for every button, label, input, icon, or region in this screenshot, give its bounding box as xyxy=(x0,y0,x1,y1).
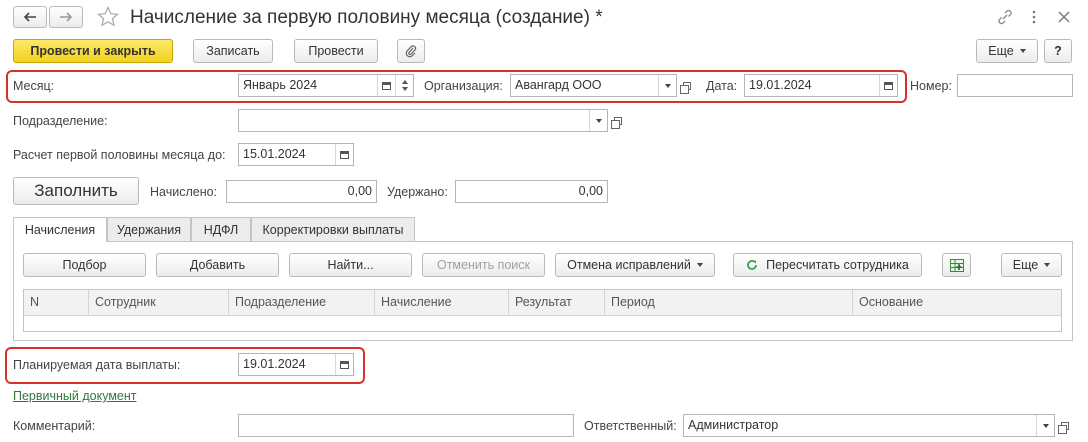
calendar-icon xyxy=(340,360,349,369)
withheld-value: 0,00 xyxy=(578,184,603,198)
dropdown-arrow-icon xyxy=(595,118,602,123)
attach-button[interactable] xyxy=(397,39,425,63)
favorite-star-icon[interactable] xyxy=(96,5,120,29)
table-more-button[interactable]: Еще xyxy=(1001,253,1062,277)
fill-button[interactable]: Заполнить xyxy=(13,177,139,205)
column-period[interactable]: Период xyxy=(604,290,852,315)
paperclip-icon xyxy=(405,45,417,58)
column-result[interactable]: Результат xyxy=(508,290,604,315)
column-division[interactable]: Подразделение xyxy=(228,290,374,315)
column-employee[interactable]: Сотрудник xyxy=(88,290,228,315)
calc-until-label: Расчет первой половины месяца до: xyxy=(13,148,226,162)
forward-button[interactable] xyxy=(49,6,83,28)
division-field[interactable] xyxy=(238,109,608,132)
organization-value: Авангард ООО xyxy=(515,78,602,92)
payment-date-label: Планируемая дата выплаты: xyxy=(13,358,181,372)
open-form-icon xyxy=(1057,421,1069,434)
number-label: Номер: xyxy=(910,79,952,93)
recalc-employee-button[interactable]: Пересчитать сотрудника xyxy=(733,253,922,277)
comment-field[interactable] xyxy=(238,414,574,437)
spreadsheet-icon xyxy=(949,258,964,272)
help-button[interactable]: ? xyxy=(1044,39,1072,63)
calendar-button[interactable] xyxy=(377,75,395,96)
organization-dropdown-button[interactable] xyxy=(658,75,676,96)
spin-button[interactable] xyxy=(395,75,413,96)
open-form-icon xyxy=(679,81,691,94)
date-calendar-button[interactable] xyxy=(879,75,897,96)
primary-document-link[interactable]: Первичный документ xyxy=(13,388,137,404)
tab-accruals[interactable]: Начисления xyxy=(13,217,107,242)
comment-label: Комментарий: xyxy=(13,419,96,433)
payment-date-calendar-button[interactable] xyxy=(335,354,353,375)
month-value: Январь 2024 xyxy=(243,78,318,92)
date-field[interactable]: 19.01.2024 xyxy=(744,74,898,97)
post-button[interactable]: Провести xyxy=(294,39,378,63)
calendar-icon xyxy=(382,81,391,90)
responsible-value: Администратор xyxy=(688,418,779,432)
number-field[interactable] xyxy=(957,74,1073,97)
dropdown-arrow-icon xyxy=(664,83,671,88)
withheld-label: Удержано: xyxy=(387,185,448,199)
more-button-label: Еще xyxy=(988,44,1014,58)
save-button[interactable]: Записать xyxy=(193,39,273,63)
open-form-icon xyxy=(610,116,622,129)
calc-until-field[interactable]: 15.01.2024 xyxy=(238,143,354,166)
tab-deductions[interactable]: Удержания xyxy=(107,217,191,241)
table-export-button[interactable] xyxy=(942,253,971,277)
link-icon[interactable] xyxy=(996,9,1014,25)
dropdown-arrow-icon xyxy=(1042,423,1049,428)
calc-until-calendar-button[interactable] xyxy=(335,144,353,165)
add-button[interactable]: Добавить xyxy=(156,253,279,277)
cancel-search-button[interactable]: Отменить поиск xyxy=(422,253,545,277)
payment-date-value: 19.01.2024 xyxy=(243,357,306,371)
cancel-fixes-button[interactable]: Отмена исправлений xyxy=(555,253,715,277)
arrow-left-icon xyxy=(23,12,36,22)
chevron-down-icon xyxy=(696,263,703,267)
responsible-dropdown-button[interactable] xyxy=(1036,415,1054,436)
month-field[interactable]: Январь 2024 xyxy=(238,74,414,97)
organization-open-button[interactable] xyxy=(678,74,695,97)
spin-up-icon xyxy=(401,80,408,84)
more-vertical-icon[interactable] xyxy=(1030,9,1038,25)
payment-date-field[interactable]: 19.01.2024 xyxy=(238,353,354,376)
tab-ndfl[interactable]: НДФЛ xyxy=(191,217,251,241)
accrued-field: 0,00 xyxy=(226,180,377,203)
more-button[interactable]: Еще xyxy=(976,39,1038,63)
tab-payment-corrections[interactable]: Корректировки выплаты xyxy=(251,217,415,241)
arrow-right-icon xyxy=(60,12,73,22)
date-label: Дата: xyxy=(706,79,738,93)
window-title: Начисление за первую половину месяца (со… xyxy=(130,7,603,28)
recalc-employee-label: Пересчитать сотрудника xyxy=(766,258,909,272)
calc-until-value: 15.01.2024 xyxy=(243,147,306,161)
pick-button[interactable]: Подбор xyxy=(23,253,146,277)
cancel-fixes-label: Отмена исправлений xyxy=(567,258,691,272)
date-value: 19.01.2024 xyxy=(749,78,812,92)
calendar-icon xyxy=(340,150,349,159)
chevron-down-icon xyxy=(1019,49,1026,53)
month-label: Месяц: xyxy=(13,79,55,93)
withheld-field: 0,00 xyxy=(455,180,608,203)
spin-down-icon xyxy=(401,87,408,91)
division-dropdown-button[interactable] xyxy=(589,110,607,131)
close-icon[interactable] xyxy=(1056,9,1072,25)
organization-field[interactable]: Авангард ООО xyxy=(510,74,677,97)
refresh-icon xyxy=(747,260,758,270)
column-basis[interactable]: Основание xyxy=(852,290,1061,315)
accrued-label: Начислено: xyxy=(150,185,218,199)
post-and-close-button[interactable]: Провести и закрыть xyxy=(13,39,173,63)
column-accrual[interactable]: Начисление xyxy=(374,290,508,315)
find-button[interactable]: Найти... xyxy=(289,253,412,277)
organization-label: Организация: xyxy=(424,79,503,93)
table-more-label: Еще xyxy=(1012,258,1039,272)
accrued-value: 0,00 xyxy=(347,184,372,198)
division-open-button[interactable] xyxy=(609,109,626,132)
division-label: Подразделение: xyxy=(13,114,108,128)
column-n[interactable]: N xyxy=(24,290,88,315)
chevron-down-icon xyxy=(1044,263,1051,267)
responsible-label: Ответственный: xyxy=(584,419,677,433)
responsible-field[interactable]: Администратор xyxy=(683,414,1055,437)
calendar-icon xyxy=(884,81,893,90)
back-button[interactable] xyxy=(13,6,47,28)
responsible-open-button[interactable] xyxy=(1056,414,1073,437)
